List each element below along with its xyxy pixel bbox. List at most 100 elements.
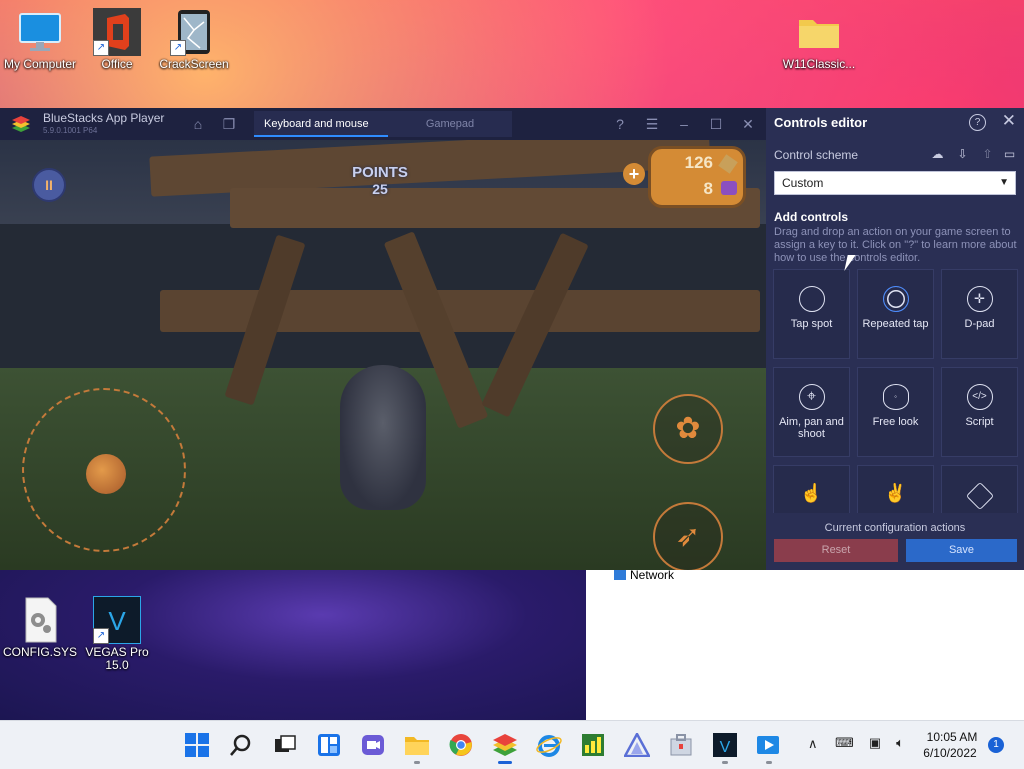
paw-attack-button[interactable]: ✿ (653, 394, 723, 464)
desktop-icon-label: W11Classic... (782, 57, 856, 71)
swipe-icon: ☝ (800, 483, 823, 503)
game-screen[interactable]: II POINTS 25 + 126 8 ✿ ➶ (0, 140, 766, 570)
volume-icon[interactable]: 🔈︎ (891, 735, 909, 751)
code-icon: </> (966, 384, 993, 410)
gesture-icon: ✌ (884, 483, 907, 503)
crosshair-icon: ⌖ (798, 384, 825, 410)
add-currency-button[interactable]: + (623, 163, 645, 185)
app-icon-green[interactable] (580, 733, 606, 757)
save-button[interactable]: Save (906, 539, 1017, 562)
tile-label: Repeated tap (862, 318, 929, 330)
close-button[interactable]: ✕ (1002, 111, 1016, 131)
widgets-icon[interactable] (316, 733, 342, 757)
tile-dpad[interactable]: ✛ D-pad (941, 269, 1018, 359)
dpad-icon: ✛ (966, 286, 993, 312)
file-explorer-icon[interactable] (404, 733, 430, 757)
reset-button[interactable]: Reset (774, 539, 898, 562)
taskbar: V ∧ ⌨ ▣ 🔈︎ 10:05 AM 6/10/2022 1 (0, 720, 1024, 769)
file-explorer-window: Network (586, 568, 1024, 720)
desktop-icon-config-sys[interactable]: CONFIG.SYS (0, 596, 80, 659)
minimize-icon[interactable]: – (676, 116, 692, 132)
tile-rotate[interactable] (941, 465, 1018, 513)
circle-icon (798, 286, 825, 312)
control-scheme-select[interactable]: Custom ▼ (774, 171, 1016, 195)
keyboard-icon[interactable]: ⌨ (835, 735, 854, 751)
chat-icon[interactable] (360, 733, 386, 757)
coin-count: 126 (684, 153, 713, 172)
menu-icon[interactable]: ☰ (644, 116, 660, 132)
tile-tap-spot[interactable]: Tap spot (773, 269, 850, 359)
controls-editor-title: Controls editor (774, 115, 868, 130)
media-player-icon[interactable] (756, 733, 782, 757)
network-tray-icon[interactable]: ▣ (866, 735, 884, 751)
gem-count: 8 (703, 179, 713, 198)
points-value: 25 (372, 181, 388, 197)
vegas-icon: V ↗ (92, 595, 142, 645)
close-icon[interactable]: ✕ (740, 116, 756, 132)
task-view-icon[interactable] (272, 733, 298, 757)
running-indicator (722, 761, 728, 764)
tab-gamepad[interactable]: Gamepad (388, 111, 512, 137)
help-icon[interactable]: ? (612, 116, 628, 132)
tile-swipe[interactable]: ☝ (773, 465, 850, 513)
shortcut-arrow-icon: ↗ (170, 40, 186, 56)
tile-aim-pan-shoot[interactable]: ⌖ Aim, pan and shoot (773, 367, 850, 457)
tile-repeated-tap[interactable]: Repeated tap (857, 269, 934, 359)
monitor-icon (16, 8, 64, 56)
app-icon-toolbox[interactable] (668, 733, 694, 757)
tile-label: Aim, pan and shoot (779, 416, 844, 440)
clock-time[interactable]: 10:05 AM (922, 730, 982, 744)
bluestacks-icon[interactable] (492, 733, 518, 757)
double-circle-icon (882, 286, 909, 312)
cracked-phone-icon: ↗ (170, 8, 218, 56)
desktop-icon-vegas-pro[interactable]: V ↗ VEGAS Pro 15.0 (77, 595, 157, 672)
tile-gesture[interactable]: ✌ (857, 465, 934, 513)
desktop-icon-label: VEGAS Pro 15.0 (85, 645, 149, 672)
gem-icon (721, 181, 737, 195)
cloud-sync-icon[interactable]: ☁ (930, 147, 945, 161)
svg-text:V: V (108, 606, 126, 636)
chevron-down-icon: ▼ (999, 177, 1009, 188)
tile-label: Free look (872, 416, 919, 428)
joystick-knob[interactable] (86, 454, 126, 494)
tile-script[interactable]: </> Script (941, 367, 1018, 457)
export-icon[interactable]: ⇧ (980, 147, 995, 161)
network-icon (614, 570, 626, 580)
tile-free-look[interactable]: ◦ Free look (857, 367, 934, 457)
control-scheme-value: Custom (782, 176, 824, 190)
controls-editor-panel: Controls editor ? ✕ Control scheme ☁ ⇩ ⇧… (766, 108, 1024, 570)
current-configuration-label: Current configuration actions (824, 522, 966, 534)
settings-file-icon (16, 596, 64, 644)
running-indicator (414, 761, 420, 764)
multi-instance-icon[interactable]: ❐ (221, 116, 237, 132)
app-icon-triangle[interactable] (622, 731, 652, 758)
desktop-icon-w11classic[interactable]: W11Classic... (779, 8, 859, 71)
network-nav-item[interactable]: Network (614, 568, 674, 582)
internet-explorer-icon[interactable] (536, 733, 562, 757)
notification-badge[interactable]: 1 (988, 737, 1004, 753)
chrome-icon[interactable] (448, 733, 474, 757)
currency-counter: + 126 8 (623, 146, 746, 208)
bluestacks-logo-icon (10, 115, 32, 133)
bluestacks-titlebar[interactable]: BlueStacks App Player 5.9.0.1001 P64 ⌂ ❐… (0, 108, 766, 140)
movement-joystick[interactable] (22, 388, 186, 552)
vegas-taskbar-icon[interactable]: V (712, 733, 738, 757)
start-button[interactable] (184, 733, 210, 757)
shortcut-arrow-icon: ↗ (93, 40, 109, 56)
maximize-icon[interactable]: ☐ (708, 116, 724, 132)
tab-keyboard-and-mouse[interactable]: Keyboard and mouse (254, 111, 388, 137)
window-title: BlueStacks App Player (43, 111, 165, 125)
home-icon[interactable]: ⌂ (190, 116, 206, 132)
search-icon[interactable] (228, 733, 254, 757)
open-folder-icon[interactable]: ▭ (1002, 147, 1017, 161)
active-indicator (498, 761, 512, 764)
desktop-icon-office[interactable]: ↗ Office (77, 8, 157, 71)
import-icon[interactable]: ⇩ (955, 147, 970, 161)
desktop-icon-crackscreen[interactable]: ↗ CrackScreen (154, 8, 234, 71)
pause-button[interactable]: II (32, 168, 66, 202)
help-button[interactable]: ? (969, 114, 986, 131)
clock-date[interactable]: 6/10/2022 (918, 746, 982, 760)
jump-button[interactable]: ➶ (653, 502, 723, 570)
desktop-icon-my-computer[interactable]: My Computer (0, 8, 80, 71)
chevron-up-icon[interactable]: ∧ (808, 736, 818, 752)
